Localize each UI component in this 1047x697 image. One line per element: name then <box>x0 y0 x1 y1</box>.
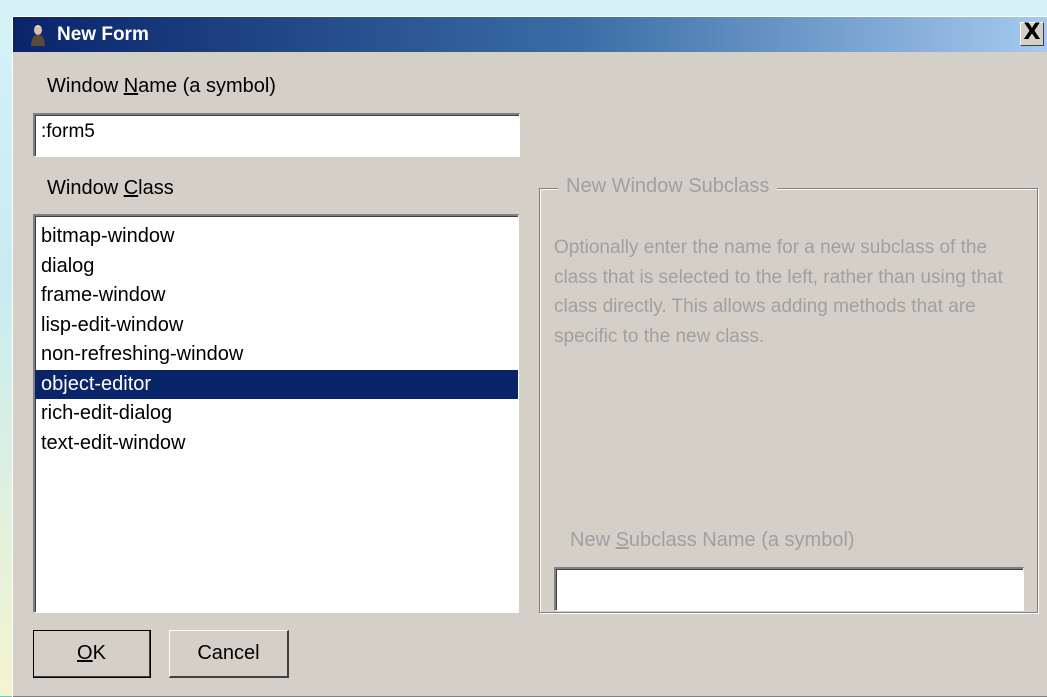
window-name-label-pre: Window <box>47 75 124 97</box>
window-name-value: :form5 <box>41 121 95 142</box>
subclass-name-input[interactable] <box>554 567 1024 611</box>
list-item[interactable]: lisp-edit-window <box>35 311 518 341</box>
new-form-dialog: New Form X Window Name (a symbol) :form5… <box>12 16 1047 697</box>
list-item[interactable]: frame-window <box>35 281 518 311</box>
title-bar[interactable]: New Form X <box>13 17 1047 52</box>
list-item[interactable]: bitmap-window <box>35 222 518 252</box>
new-window-subclass-group: New Window Subclass Optionally enter the… <box>539 175 1038 613</box>
window-class-label-pre: Window <box>47 177 124 199</box>
window-class-listbox[interactable]: bitmap-window dialog frame-window lisp-edit… <box>33 214 519 613</box>
window-class-label-accel: C <box>123 177 139 199</box>
lisp-app-icon <box>31 25 45 46</box>
ok-button-accel: O <box>77 642 93 664</box>
window-class-label-post: lass <box>138 177 174 199</box>
list-item[interactable]: non-refreshing-window <box>35 340 518 370</box>
window-title: New Form <box>57 24 149 45</box>
list-item[interactable]: rich-edit-dialog <box>35 399 518 429</box>
window-name-label: Window Name (a symbol) <box>47 75 276 98</box>
subclass-name-label-post: ubclass Name (a symbol) <box>628 529 855 551</box>
cancel-button[interactable]: Cancel <box>169 630 289 678</box>
window-name-label-accel: N <box>123 75 139 97</box>
list-item[interactable]: text-edit-window <box>35 429 518 459</box>
ok-button[interactable]: OK <box>33 630 151 678</box>
subclass-description: Optionally enter the name for a new subc… <box>554 237 1003 347</box>
window-name-input[interactable]: :form5 <box>33 113 520 157</box>
subclass-name-label-pre: New <box>570 529 616 551</box>
window-name-label-post: ame (a symbol) <box>138 75 276 97</box>
cancel-button-label: Cancel <box>197 642 260 664</box>
subclass-name-label-accel: S <box>615 529 629 551</box>
list-item[interactable]: object-editor <box>35 369 518 399</box>
close-button[interactable]: X <box>1020 22 1044 46</box>
window-class-label: Window Class <box>47 177 174 200</box>
list-item[interactable]: dialog <box>35 252 518 282</box>
ok-button-rest: K <box>92 642 106 664</box>
close-icon: X <box>1023 20 1041 45</box>
subclass-group-legend: New Window Subclass <box>558 175 778 198</box>
subclass-name-label: New Subclass Name (a symbol) <box>570 529 855 552</box>
